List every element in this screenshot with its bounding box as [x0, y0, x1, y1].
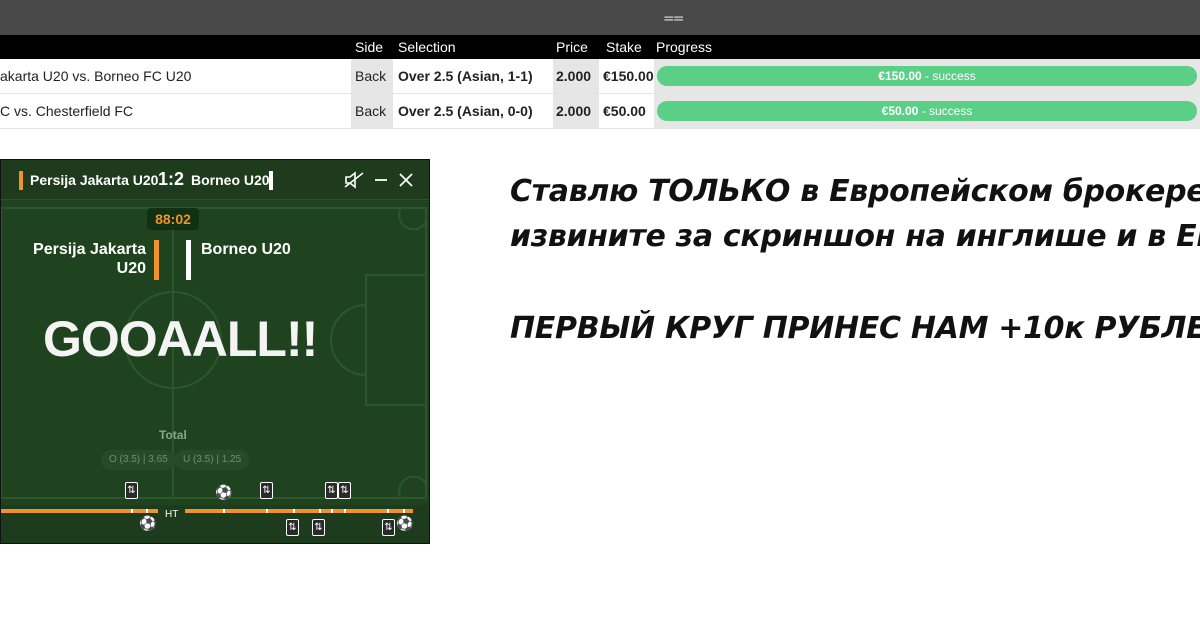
event-tick — [331, 509, 333, 513]
match-name: C vs. Chesterfield FC — [0, 103, 134, 119]
goal-announcement: GOOAALL!! — [43, 311, 318, 367]
match-name: akarta U20 vs. Borneo FC U20 — [0, 68, 192, 84]
total-label: Total — [159, 428, 187, 442]
message-line-3: ПЕРВЫЙ КРУГ ПРИНЕС НАМ +10к РУБЛЕЙ! — [510, 311, 1200, 346]
bet-price: 2.000 — [553, 59, 599, 93]
corner-icon: ⇅ — [338, 482, 351, 499]
event-tick — [293, 509, 295, 513]
corner-icon: ⇅ — [125, 482, 138, 499]
bet-stake: €150.00 — [603, 68, 654, 84]
match-clock: 88:02 — [147, 208, 199, 230]
message-line-2: извините за скриншон на инглише и в Евр — [510, 219, 1200, 254]
table-row[interactable]: C vs. Chesterfield FC Back Over 2.5 (Asi… — [0, 94, 1200, 129]
bet-selection: Over 2.5 (Asian, 0-0) — [398, 103, 533, 119]
home-color-marker — [154, 240, 159, 280]
progress-cell: €50.00 - success — [654, 94, 1200, 128]
title-bar[interactable]: == — [0, 0, 1200, 35]
corner-icon: ⇅ — [286, 519, 299, 536]
half-time-label: HT — [165, 509, 179, 520]
widget-header: Persija Jakarta U20 1:2 Borneo U20 — [1, 160, 429, 200]
odds-over[interactable]: O (3.5) | 3.65 — [101, 450, 176, 470]
event-tick — [146, 509, 148, 513]
ball-icon: ⚽ — [215, 485, 233, 501]
away-color-marker — [269, 171, 273, 190]
event-tick — [223, 509, 225, 513]
column-selection: Selection — [398, 39, 456, 55]
odds-under[interactable]: U (3.5) | 1.25 — [175, 450, 250, 470]
column-side: Side — [355, 39, 384, 55]
home-color-marker — [19, 171, 23, 190]
event-tick — [131, 509, 133, 513]
corner-icon: ⇅ — [382, 519, 395, 536]
away-color-marker — [186, 240, 191, 280]
table-header: Side Selection Price Stake Progress — [0, 35, 1200, 59]
progress-bar: €50.00 - success — [657, 101, 1197, 121]
bet-side: Back — [351, 59, 393, 93]
home-team-name: Persija Jakarta U20 — [33, 241, 146, 277]
event-tick — [319, 509, 321, 513]
ball-icon: ⚽ — [396, 516, 414, 532]
corner-icon: ⇅ — [260, 482, 273, 499]
live-match-widget: Persija Jakarta U20 1:2 Borneo U20 88:02… — [0, 159, 430, 544]
ball-icon: ⚽ — [139, 516, 157, 532]
drag-handle-icon[interactable]: == — [663, 11, 685, 27]
column-price: Price — [556, 39, 588, 55]
column-stake: Stake — [606, 39, 642, 55]
column-progress: Progress — [656, 39, 713, 55]
away-team-label: Borneo U20 — [191, 172, 270, 188]
corner-icon: ⇅ — [325, 482, 338, 499]
event-tick — [266, 509, 268, 513]
progress-status: - success — [921, 69, 976, 83]
second-half-bar — [185, 509, 413, 513]
bet-selection: Over 2.5 (Asian, 1-1) — [398, 68, 533, 84]
away-team-name: Borneo U20 — [201, 241, 291, 258]
corner-icon: ⇅ — [312, 519, 325, 536]
progress-status: - success — [918, 104, 973, 118]
message-line-1: Ставлю ТОЛЬКО в Европейском брокере, — [510, 174, 1200, 209]
match-timeline: HT — [1, 505, 429, 543]
event-tick — [387, 509, 389, 513]
progress-amount: €150.00 — [878, 69, 922, 83]
home-team-label: Persija Jakarta U20 — [30, 172, 159, 188]
event-tick — [344, 509, 346, 513]
progress-bar: €150.00 - success — [657, 66, 1197, 86]
mute-icon[interactable] — [343, 170, 365, 190]
event-tick — [403, 509, 405, 513]
table-row[interactable]: akarta U20 vs. Borneo FC U20 Back Over 2… — [0, 59, 1200, 94]
close-icon[interactable] — [398, 171, 414, 189]
bet-stake: €50.00 — [603, 103, 646, 119]
score: 1:2 — [158, 169, 185, 189]
minimize-icon[interactable] — [373, 170, 389, 190]
bet-side: Back — [351, 94, 393, 128]
progress-amount: €50.00 — [881, 104, 919, 118]
progress-cell: €150.00 - success — [654, 59, 1200, 93]
first-half-bar — [1, 509, 158, 513]
bet-price: 2.000 — [553, 94, 599, 128]
